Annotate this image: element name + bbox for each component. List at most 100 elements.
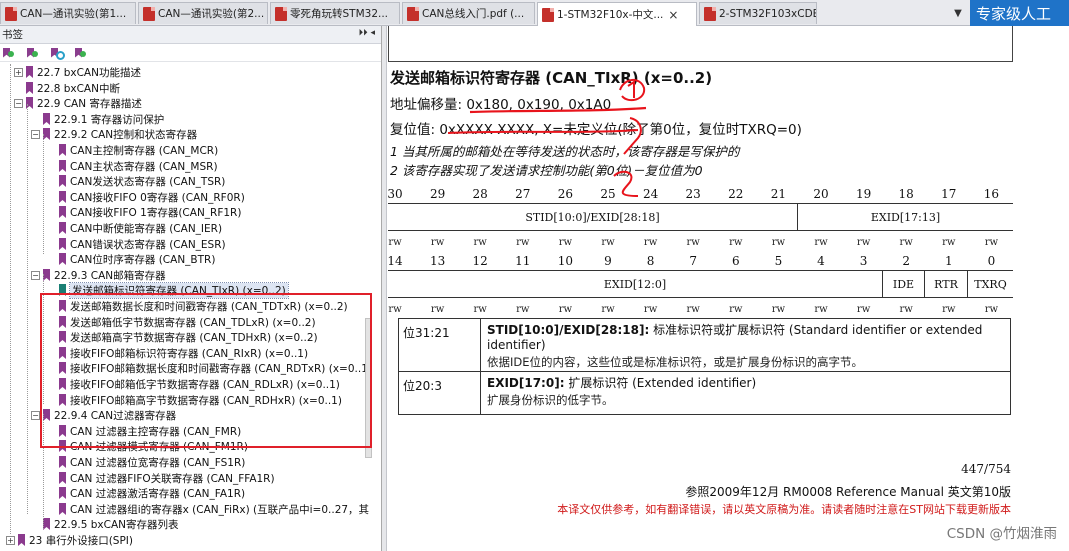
bookmark-leaf[interactable]: CAN主状态寄存器 (CAN_MSR): [47, 158, 218, 174]
field-description-table: 位31:21 STID[10:0]/EXID[28:18]: 标准标识符或扩展标…: [398, 318, 1011, 415]
bit-number: 10: [557, 254, 574, 268]
bookmark-leaf[interactable]: CAN中断使能寄存器 (CAN_IER): [47, 220, 222, 236]
bookmark-label: CAN错误状态寄存器 (CAN_ESR): [70, 238, 226, 251]
field-detail: 依据IDE位的内容，这些位或是标准标识符，或是扩展身份标识的高字节。: [487, 355, 864, 369]
brand-banner[interactable]: 专家级人工: [970, 0, 1069, 26]
add-bookmark-icon[interactable]: [2, 47, 14, 59]
bit-number: 2: [902, 254, 910, 268]
collapse-icon[interactable]: −: [14, 98, 23, 108]
find-bookmark-icon[interactable]: [50, 47, 65, 60]
close-tab-icon[interactable]: ×: [668, 8, 678, 22]
tab-2[interactable]: CAN—通讯实验(第2...: [138, 2, 268, 24]
bit-number: 13: [429, 254, 446, 268]
bookmark-icon: [59, 222, 66, 234]
tab-4[interactable]: CAN总线入门.pdf (...: [402, 2, 535, 24]
bookmark-node[interactable]: +22.7 bxCAN功能描述: [14, 64, 141, 80]
bit-number: 4: [817, 254, 825, 268]
tree-guide-line: [10, 64, 11, 534]
bookmark-label: 22.9.2 CAN控制和状态寄存器: [54, 128, 198, 141]
access-rw: rw: [942, 304, 956, 315]
bookmark-label: CAN 过滤器组i的寄存器x (CAN_FiRx) (互联产品中i=0..27，…: [70, 503, 370, 516]
field-description: STID[10:0]/EXID[28:18]: 标准标识符或扩展标识符 (Sta…: [481, 319, 1010, 374]
bookmark-label: CAN发送状态寄存器 (CAN_TSR): [70, 175, 226, 188]
pdf-icon: [143, 6, 155, 21]
collapse-icon[interactable]: −: [31, 129, 40, 139]
access-rw: rw: [473, 237, 487, 248]
access-rw: rw: [899, 304, 913, 315]
field-row: 位20:3 EXID[17:0]: 扩展标识符 (Extended identi…: [399, 371, 1010, 414]
access-rw: rw: [558, 237, 573, 248]
bookmarks-panel-title: 书签: [2, 29, 23, 41]
collapse-icon[interactable]: −: [31, 270, 40, 280]
bookmark-node[interactable]: 22.9.5 bxCAN寄存器列表: [31, 516, 178, 532]
access-rw: rw: [516, 304, 530, 315]
access-rw: rw: [516, 237, 530, 248]
pdf-icon: [407, 6, 419, 21]
bookmark-leaf[interactable]: CAN 过滤器组i的寄存器x (CAN_FiRx) (互联产品中i=0..27，…: [47, 501, 369, 517]
bookmark-leaf[interactable]: CAN 过滤器FIFO关联寄存器 (CAN_FFA1R): [47, 470, 275, 486]
bookmark-node[interactable]: − 22.9 CAN 寄存器描述: [14, 95, 142, 111]
bookmark-node[interactable]: 22.8 bxCAN中断: [14, 80, 120, 96]
pdf-document-view: 发送邮箱标识符寄存器 (CAN_TIxR) (x=0..2) 地址偏移量: 0x…: [388, 26, 1069, 551]
bookmark-leaf[interactable]: CAN接收FIFO 0寄存器 (CAN_RF0R): [47, 189, 245, 205]
pdf-icon: [5, 6, 17, 21]
access-rw: rw: [643, 237, 658, 248]
bookmark-leaf[interactable]: CAN 过滤器激活寄存器 (CAN_FA1R): [47, 485, 245, 501]
expand-icon[interactable]: +: [6, 535, 15, 545]
bookmark-label: CAN中断使能寄存器 (CAN_IER): [70, 222, 223, 235]
bit-number: 25: [600, 187, 616, 201]
register-row-high: STID[10:0]/EXID[28:18] EXID[17:13]: [388, 203, 1013, 231]
access-rw: rw: [856, 304, 871, 315]
field-bits: 位20:3: [399, 372, 481, 414]
tab-3[interactable]: 零死角玩转STM32...: [270, 2, 400, 24]
bookmark-leaf[interactable]: CAN错误状态寄存器 (CAN_ESR): [47, 236, 226, 252]
bit-number: 16: [983, 187, 1000, 201]
bookmark-icon: [26, 82, 33, 94]
field-rtr: RTR: [924, 271, 967, 297]
bookmark-icon: [59, 191, 66, 203]
field-exid-high: EXID[17:13]: [797, 204, 1013, 230]
bookmark-icon: [59, 253, 66, 265]
document-scrollbar[interactable]: [1061, 26, 1069, 551]
panel-header-controls[interactable]: ⏵⏵ ◂: [359, 28, 375, 38]
bookmark-icon: [43, 518, 50, 530]
register-title: 发送邮箱标识符寄存器 (CAN_TIxR) (x=0..2): [390, 69, 713, 87]
bookmark-label: CAN主控制寄存器 (CAN_MCR): [70, 144, 219, 157]
tab-1[interactable]: CAN—通讯实验(第1...: [0, 2, 136, 24]
bookmark-node[interactable]: 22.9.1 寄存器访问保护: [31, 111, 164, 127]
expand-bookmark-icon[interactable]: [74, 47, 86, 59]
access-rw: rw: [558, 304, 573, 315]
bookmark-node[interactable]: +23 串行外设接口(SPI): [6, 532, 133, 548]
bit-number: 29: [429, 187, 446, 201]
access-rw: rw: [856, 237, 871, 248]
collapse-icon[interactable]: −: [31, 410, 40, 420]
tab-5[interactable]: 1-STM32F10x-中文... ×: [537, 2, 697, 26]
bookmark-node[interactable]: − 22.9.3 CAN邮箱寄存器: [31, 267, 166, 283]
bit-number: 23: [685, 187, 701, 201]
field-stid: STID[10:0]/EXID[28:18]: [525, 210, 660, 224]
bookmark-leaf[interactable]: CAN位时序寄存器 (CAN_BTR): [47, 251, 215, 267]
bit-number: 19: [855, 187, 872, 201]
tree-guide-line: [43, 134, 44, 254]
bit-number: 18: [898, 187, 914, 201]
field-bits: 位31:21: [399, 319, 481, 371]
tab-overflow-icon[interactable]: ▼: [950, 4, 966, 22]
field-ide: IDE: [882, 271, 924, 297]
bookmark-node[interactable]: − 22.9.2 CAN控制和状态寄存器: [31, 126, 197, 142]
panel-splitter[interactable]: [382, 26, 387, 551]
bookmark-leaf[interactable]: CAN 过滤器位宽寄存器 (CAN_FS1R): [47, 454, 245, 470]
tab-label: 2-STM32F103xCDE...: [719, 7, 816, 20]
field-row: 位31:21 STID[10:0]/EXID[28:18]: 标准标识符或扩展标…: [399, 319, 1010, 371]
access-rw: rw: [686, 304, 700, 315]
expand-icon[interactable]: +: [14, 67, 23, 77]
bookmark-label: CAN位时序寄存器 (CAN_BTR): [70, 253, 216, 266]
bookmark-leaf[interactable]: CAN主控制寄存器 (CAN_MCR): [47, 142, 218, 158]
bookmark-options-icon[interactable]: [26, 47, 38, 59]
field-detail: 扩展身份标识的低字节。: [487, 393, 614, 407]
field-txrq: TXRQ: [967, 271, 1013, 297]
pdf-icon: [275, 6, 287, 21]
bookmark-leaf[interactable]: CAN发送状态寄存器 (CAN_TSR): [47, 173, 225, 189]
bookmark-leaf[interactable]: CAN接收FIFO 1寄存器(CAN_RF1R): [47, 204, 241, 220]
field-description: EXID[17:0]: 扩展标识符 (Extended identifier) …: [481, 372, 1010, 412]
tab-6[interactable]: 2-STM32F103xCDE...: [699, 2, 817, 24]
